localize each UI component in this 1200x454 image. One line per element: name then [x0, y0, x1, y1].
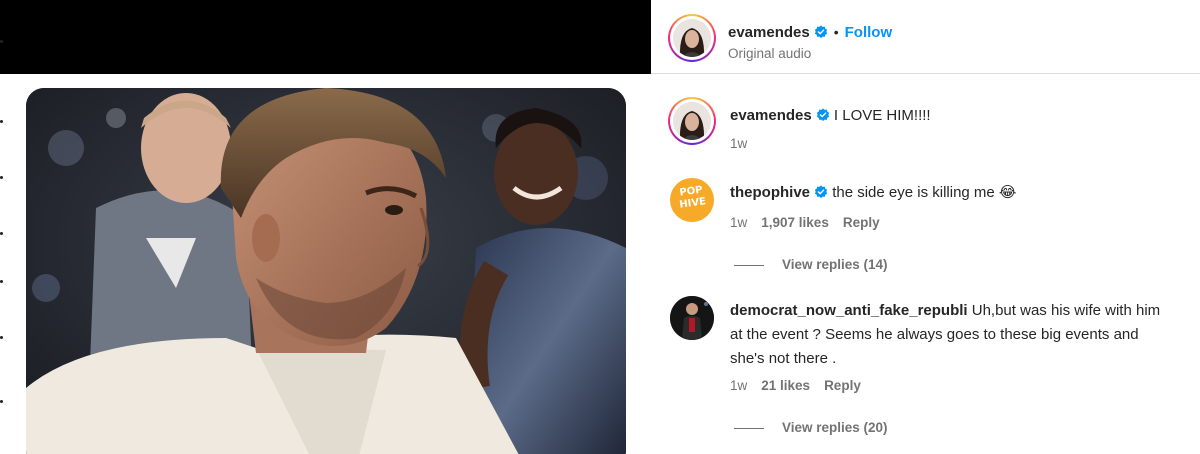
comments-panel: evamendes • Follow Original audio evamende… — [651, 0, 1200, 454]
comment-avatar-pophive[interactable]: POP HIVE — [670, 178, 714, 222]
comment-username[interactable]: democrat_now_anti_fake_republi — [730, 302, 968, 319]
comment-text-line-2: at the event ? Seems he always goes to t… — [730, 326, 1139, 343]
comment-likes[interactable]: 1,907 likes — [761, 215, 829, 230]
post-video[interactable] — [26, 88, 626, 454]
audio-label[interactable]: Original audio — [728, 46, 811, 61]
comment-avatar-image — [670, 296, 714, 340]
author-username[interactable]: evamendes — [728, 24, 810, 41]
comment-meta: 1w 21 likes Reply — [730, 378, 875, 393]
follow-button[interactable]: Follow — [845, 24, 893, 41]
caption-username[interactable]: evamendes — [730, 107, 812, 124]
replies-divider-line — [734, 427, 764, 429]
header-separator: • — [833, 24, 839, 40]
verified-badge-icon — [814, 25, 827, 38]
caption-avatar-image — [673, 102, 711, 140]
comment-text: the side eye is killing me 😂 — [832, 184, 1017, 201]
verified-badge-icon — [816, 108, 829, 121]
media-letterbox-top — [0, 0, 651, 74]
comment-likes[interactable]: 21 likes — [761, 378, 810, 393]
left-edge-markers — [0, 0, 4, 454]
reply-button[interactable]: Reply — [843, 215, 880, 230]
comment-avatar-democrat[interactable] — [670, 296, 714, 340]
reply-button[interactable]: Reply — [824, 378, 861, 393]
comment-text-line-1: Uh,but was his wife with him — [971, 302, 1161, 319]
author-avatar[interactable] — [668, 14, 716, 62]
caption-author-avatar[interactable] — [668, 97, 716, 145]
video-frame-illustration — [26, 88, 626, 454]
view-replies-label: View replies (14) — [782, 257, 888, 272]
comment-text-line-3: she's not there . — [730, 350, 837, 367]
caption-meta: 1w — [730, 136, 761, 151]
comment-meta: 1w 1,907 likes Reply — [730, 215, 894, 230]
comment-time[interactable]: 1w — [730, 215, 747, 230]
view-replies-button[interactable]: View replies (20) — [734, 420, 888, 435]
view-replies-label: View replies (20) — [782, 420, 888, 435]
caption-time[interactable]: 1w — [730, 136, 747, 151]
comment-username[interactable]: thepophive — [730, 184, 810, 201]
header-divider — [651, 73, 1200, 74]
verified-badge-icon — [814, 185, 828, 198]
post-media[interactable] — [0, 0, 651, 454]
comment-time[interactable]: 1w — [730, 378, 747, 393]
view-replies-button[interactable]: View replies (14) — [734, 257, 888, 272]
replies-divider-line — [734, 264, 764, 266]
caption-text: I LOVE HIM!!!! — [833, 107, 931, 124]
author-avatar-image — [673, 19, 711, 57]
